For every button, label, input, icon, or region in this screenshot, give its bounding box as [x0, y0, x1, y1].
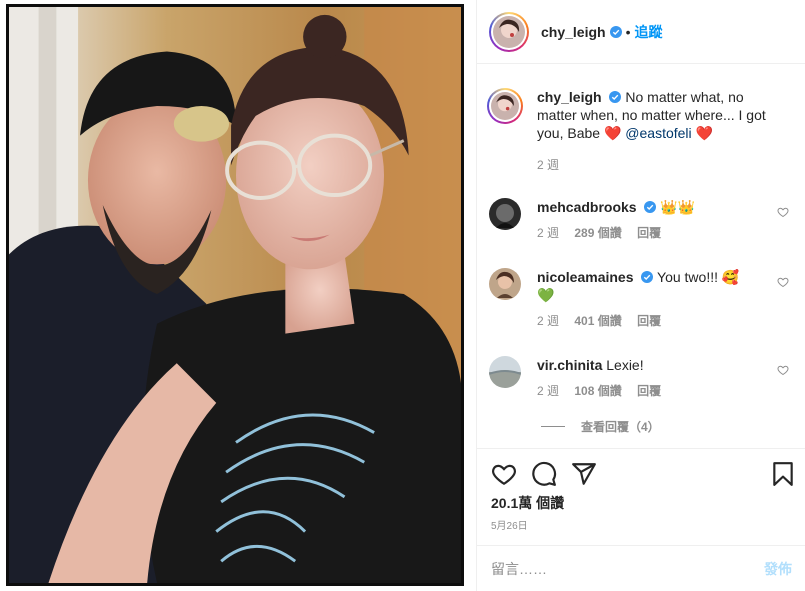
post-side-panel: chy_leigh • 追蹤 chy_leigh No matter what,…: [476, 0, 805, 591]
caption-time[interactable]: 2 週: [537, 158, 559, 172]
comment-text: Lexie!: [606, 357, 644, 373]
author-username[interactable]: chy_leigh: [541, 24, 606, 40]
bookmark-icon[interactable]: [770, 461, 796, 487]
comment-time[interactable]: 2 週: [537, 226, 559, 240]
comment-text: You two!!! 🥰: [657, 269, 740, 285]
like-comment-heart-icon[interactable]: [777, 206, 789, 218]
caption-heart-emoji-2: ❤️: [695, 125, 713, 141]
comment-avatar[interactable]: [489, 356, 521, 388]
post-header: chy_leigh • 追蹤: [477, 0, 805, 64]
couple-selfie-image: [9, 7, 461, 583]
verified-badge-icon: [609, 91, 622, 103]
post-comment-button[interactable]: 發佈: [764, 559, 792, 579]
comment-likes[interactable]: 108 個讚: [574, 384, 621, 398]
view-replies-button[interactable]: 查看回覆（4）: [541, 418, 660, 435]
like-comment-heart-icon[interactable]: [777, 364, 789, 376]
like-comment-heart-icon[interactable]: [777, 276, 789, 288]
comment-username[interactable]: mehcadbrooks: [537, 199, 637, 215]
comment-text: 👑👑: [660, 199, 696, 215]
action-bar: [477, 448, 805, 488]
caption-username[interactable]: chy_leigh: [537, 89, 602, 105]
caption-heart-emoji: ❤️: [603, 125, 622, 141]
verified-badge-icon: [641, 271, 654, 283]
post-photo[interactable]: [6, 4, 464, 586]
verified-badge-icon: [609, 25, 622, 38]
comment-item: mehcadbrooks 👑👑 2 週 289 個讚 回覆: [489, 198, 789, 242]
follow-button[interactable]: 追蹤: [635, 22, 663, 42]
reply-button[interactable]: 回覆: [637, 314, 661, 328]
comment-avatar[interactable]: [489, 268, 521, 300]
replies-divider-line: [541, 426, 565, 427]
comment-text-line-2: 💚: [537, 287, 555, 303]
comment-username[interactable]: nicoleamaines: [537, 269, 634, 285]
comment-likes[interactable]: 401 個讚: [574, 314, 621, 328]
comment-time[interactable]: 2 週: [537, 384, 559, 398]
comment-input[interactable]: [491, 560, 764, 577]
author-avatar[interactable]: [489, 11, 529, 52]
comment-username[interactable]: vir.chinita: [537, 357, 602, 373]
comment-avatar[interactable]: [489, 198, 521, 230]
add-comment-bar: 發佈: [477, 545, 805, 591]
separator-dot: •: [625, 23, 631, 40]
post-date[interactable]: 5月26日: [491, 517, 528, 532]
caption-mention-link[interactable]: @eastofeli: [625, 125, 691, 141]
caption-avatar[interactable]: [487, 88, 523, 124]
comment-time[interactable]: 2 週: [537, 314, 559, 328]
reply-button[interactable]: 回覆: [637, 226, 661, 240]
post-media[interactable]: [0, 0, 476, 591]
reply-button[interactable]: 回覆: [637, 384, 661, 398]
caption: chy_leigh No matter what, no matter when…: [487, 88, 789, 174]
heart-icon[interactable]: [491, 461, 517, 487]
verified-badge-icon: [644, 201, 657, 213]
comment-item: vir.chinita Lexie! 2 週 108 個讚 回覆: [489, 356, 789, 400]
view-replies-label: 查看回覆（4）: [581, 420, 660, 434]
comment-likes[interactable]: 289 個讚: [574, 226, 621, 240]
comment-icon[interactable]: [531, 461, 557, 487]
comment-item: nicoleamaines You two!!! 🥰 💚 2 週 401 個讚 …: [489, 268, 789, 330]
comments-list[interactable]: chy_leigh No matter what, no matter when…: [477, 64, 805, 448]
share-icon[interactable]: [571, 461, 597, 487]
like-count[interactable]: 20.1萬 個讚: [491, 493, 564, 513]
